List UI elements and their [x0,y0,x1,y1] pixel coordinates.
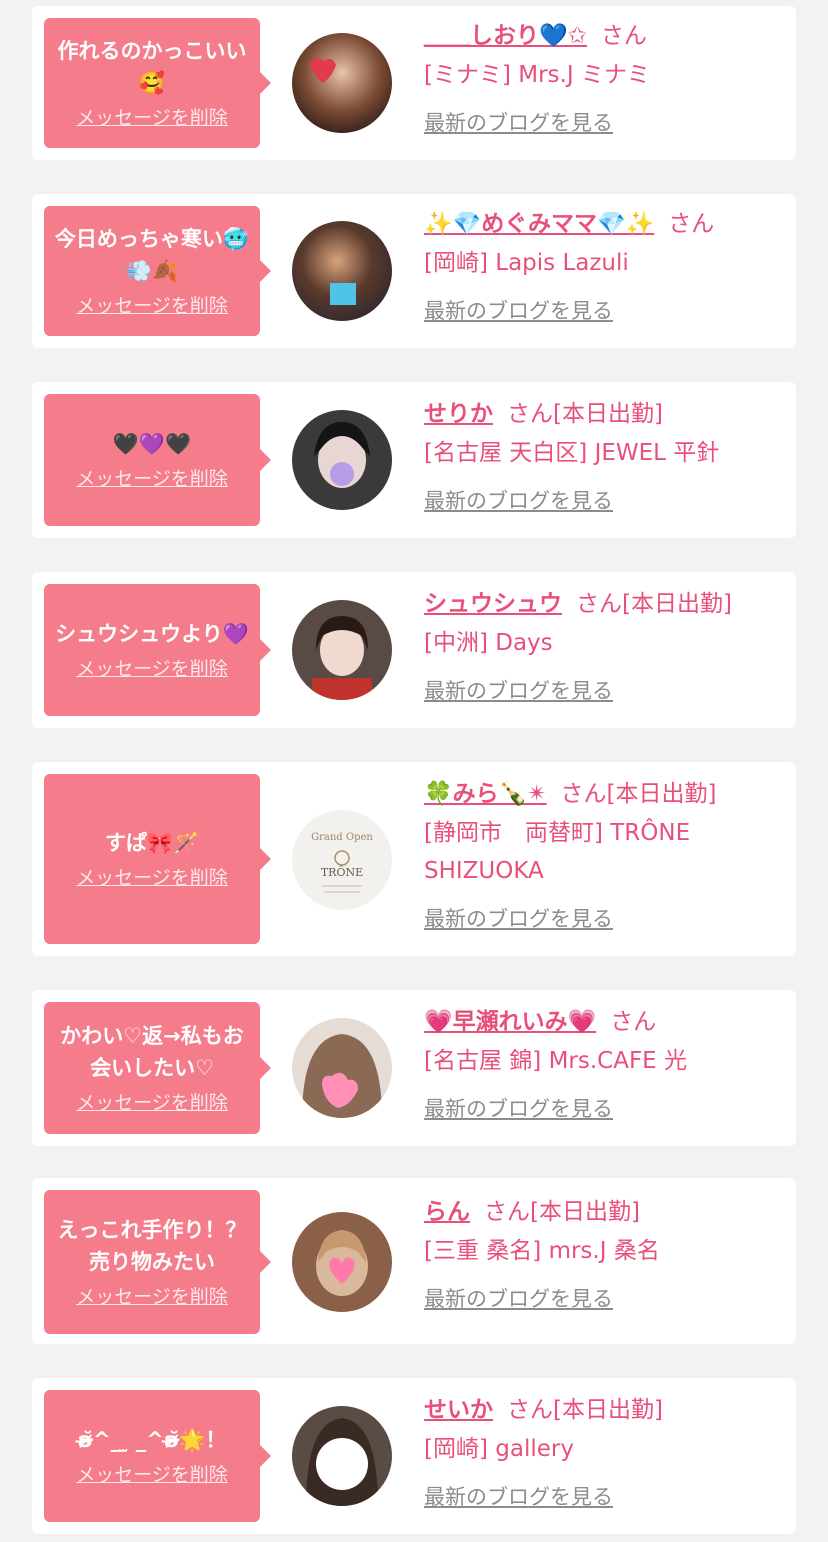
message-bubble: シュウシュウより💜 メッセージを削除 [44,584,271,716]
shop-name: [静岡市 両替町] TRÔNE SHIZUOKA [424,820,691,884]
avatar[interactable] [292,1212,392,1312]
view-blog-link[interactable]: 最新のブログを見る [424,676,780,706]
avatar-photo-icon [292,221,392,321]
profile-info: ✨💎めぐみママ💎✨ さん [岡崎] Lapis Lazuli 最新のブログを見る [424,204,780,326]
avatar[interactable]: Grand Open TRÔNE [292,810,392,910]
message-bubble: えっこれ手作り！？売り物みたい メッセージを削除 [44,1190,271,1334]
girl-name-link[interactable]: ✨💎めぐみママ💎✨ [424,211,654,237]
message-text: 今日めっちゃ寒い🥶💨🍂 [54,227,250,283]
delete-message-link[interactable]: メッセージを削除 [76,466,228,492]
message-text: えっこれ手作り！？売り物みたい [57,1218,247,1274]
shop-name: [中洲] Days [424,630,553,656]
view-blog-link[interactable]: 最新のブログを見る [424,1284,780,1314]
avatar[interactable] [292,1018,392,1118]
message-text: シュウシュウより💜 [55,622,249,646]
profile-info: 🍀みら🍾✴ さん[本日出勤] [静岡市 両替町] TRÔNE SHIZUOKA 最… [424,774,780,934]
shop-logo-icon: Grand Open TRÔNE [292,810,392,910]
delete-message-link[interactable]: メッセージを削除 [76,1284,228,1310]
avatar[interactable] [292,1406,392,1506]
message-card: 今日めっちゃ寒い🥶💨🍂 メッセージを削除 ✨💎めぐみママ💎✨ さん [岡崎] La… [32,194,796,348]
profile-info: せりか さん[本日出勤] [名古屋 天白区] JEWEL 平針 最新のブログを見る [424,394,780,516]
shop-name: [岡崎] gallery [424,1436,574,1462]
message-text: ʚ̴̶̷̆^_ ̫ _^ʚ̴̶̷̆🌟！ [77,1428,227,1452]
work-status: [本日出勤] [622,591,732,617]
honorific: さん [484,1199,530,1225]
delete-message-link[interactable]: メッセージを削除 [76,105,228,131]
girl-name-link[interactable]: らん [424,1199,470,1225]
view-blog-link[interactable]: 最新のブログを見る [424,1482,780,1512]
message-text: かわい♡返→私もお会いしたい♡ [60,1024,244,1080]
svg-text:TRÔNE: TRÔNE [321,865,363,879]
honorific: さん [507,401,553,427]
honorific: さん [560,781,607,807]
shop-name: [岡崎] Lapis Lazuli [424,250,629,276]
message-bubble: ʚ̴̶̷̆^_ ̫ _^ʚ̴̶̷̆🌟！ メッセージを削除 [44,1390,271,1522]
message-bubble: すぱ🎀🪄 メッセージを削除 [44,774,271,944]
profile-info: らん さん[本日出勤] [三重 桑名] mrs.J 桑名 最新のブログを見る [424,1192,780,1314]
delete-message-link[interactable]: メッセージを削除 [76,1462,228,1488]
profile-info: シュウシュウ さん[本日出勤] [中洲] Days 最新のブログを見る [424,584,780,706]
shop-name: [名古屋 天白区] JEWEL 平針 [424,440,720,466]
delete-message-link[interactable]: メッセージを削除 [76,865,228,891]
view-blog-link[interactable]: 最新のブログを見る [424,108,780,138]
message-text: すぱ🎀🪄 [104,831,200,855]
message-card: 🖤💜🖤 メッセージを削除 せりか さん[本日出勤] [名古屋 天白区] JEWEL… [32,382,796,538]
view-blog-link[interactable]: 最新のブログを見る [424,1094,780,1124]
avatar[interactable] [292,33,392,133]
view-blog-link[interactable]: 最新のブログを見る [424,904,780,934]
girl-name-link[interactable]: せいか [424,1397,493,1423]
profile-info: せいか さん[本日出勤] [岡崎] gallery 最新のブログを見る [424,1390,780,1512]
shop-name: [ミナミ] Mrs.J ミナミ [424,62,650,88]
girl-name-link[interactable]: ＿＿しおり💙✩ [424,23,587,49]
girl-name-link[interactable]: 💗早瀬れいみ💗 [424,1009,596,1035]
avatar-photo-icon [292,600,392,700]
message-card: 作れるのかっこいい🥰 メッセージを削除 ＿＿しおり💙✩ さん [ミナミ] Mrs.… [32,6,796,160]
delete-message-link[interactable]: メッセージを削除 [76,1090,228,1116]
message-bubble: 今日めっちゃ寒い🥶💨🍂 メッセージを削除 [44,206,271,336]
work-status: [本日出勤] [530,1199,640,1225]
profile-info: ＿＿しおり💙✩ さん [ミナミ] Mrs.J ミナミ 最新のブログを見る [424,16,780,138]
honorific: さん [507,1397,553,1423]
delete-message-link[interactable]: メッセージを削除 [76,293,228,319]
avatar[interactable] [292,410,392,510]
work-status: [本日出勤] [553,401,663,427]
svg-text:Grand Open: Grand Open [311,832,373,843]
avatar-photo-icon [292,1212,392,1312]
work-status: [本日出勤] [553,1397,663,1423]
shop-name: [三重 桑名] mrs.J 桑名 [424,1238,660,1264]
message-card: すぱ🎀🪄 メッセージを削除 Grand Open TRÔNE 🍀みら🍾✴ さん[本… [32,762,796,956]
avatar-photo-icon [292,33,392,133]
avatar-photo-icon [292,1018,392,1118]
profile-info: 💗早瀬れいみ💗 さん [名古屋 錦] Mrs.CAFE 光 最新のブログを見る [424,1002,780,1124]
girl-name-link[interactable]: シュウシュウ [424,591,562,617]
message-text: 作れるのかっこいい🥰 [57,39,247,95]
delete-message-link[interactable]: メッセージを削除 [76,656,228,682]
message-text: 🖤💜🖤 [112,432,192,456]
message-card: えっこれ手作り！？売り物みたい メッセージを削除 らん さん[本日出勤] [三重 … [32,1178,796,1344]
avatar-photo-icon [292,1406,392,1506]
message-card: かわい♡返→私もお会いしたい♡ メッセージを削除 💗早瀬れいみ💗 さん [名古屋 … [32,990,796,1146]
honorific: さん [668,211,715,237]
avatar[interactable] [292,221,392,321]
honorific: さん [600,23,647,49]
shop-name: [名古屋 錦] Mrs.CAFE 光 [424,1048,688,1074]
view-blog-link[interactable]: 最新のブログを見る [424,486,780,516]
girl-name-link[interactable]: 🍀みら🍾✴ [424,781,547,807]
girl-name-link[interactable]: せりか [424,401,493,427]
honorific: さん [610,1009,657,1035]
avatar-photo-icon [292,410,392,510]
message-bubble: かわい♡返→私もお会いしたい♡ メッセージを削除 [44,1002,271,1134]
honorific: さん [576,591,622,617]
message-bubble: 作れるのかっこいい🥰 メッセージを削除 [44,18,271,148]
message-card: シュウシュウより💜 メッセージを削除 シュウシュウ さん[本日出勤] [中洲] D… [32,572,796,728]
message-card: ʚ̴̶̷̆^_ ̫ _^ʚ̴̶̷̆🌟！ メッセージを削除 せいか さん[本日出勤]… [32,1378,796,1534]
avatar[interactable] [292,600,392,700]
view-blog-link[interactable]: 最新のブログを見る [424,296,780,326]
message-bubble: 🖤💜🖤 メッセージを削除 [44,394,271,526]
work-status: [本日出勤] [606,781,717,807]
